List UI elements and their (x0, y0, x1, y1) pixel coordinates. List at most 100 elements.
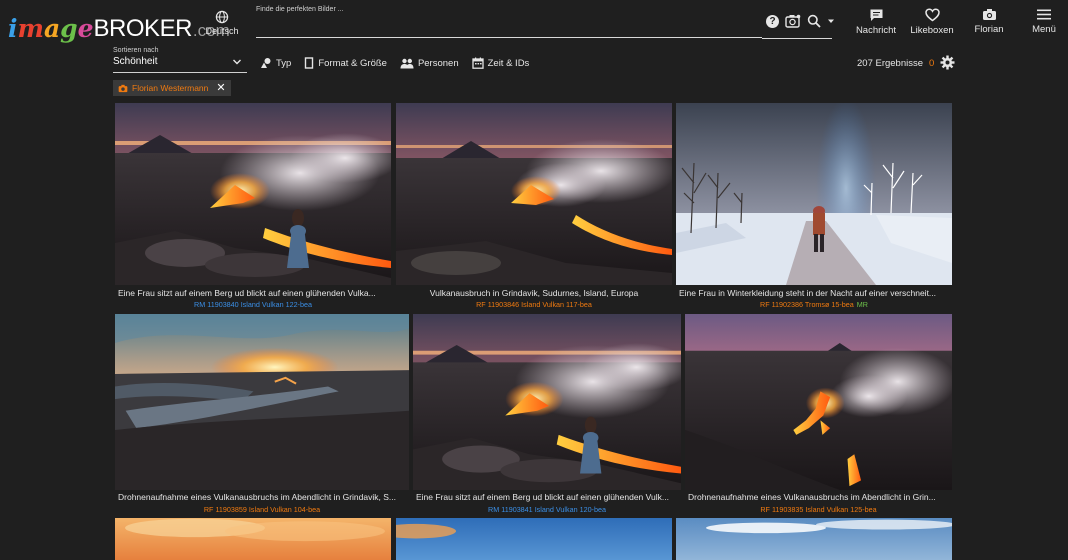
image-caption[interactable]: Vulkanausbruch in Grindavik, Sudurnes, I… (396, 288, 672, 298)
filter-people-label: Personen (417, 57, 459, 69)
image-meta: RF 11903835 Island Vulkan 125-bea (685, 505, 952, 514)
nav-menu-label: Menü (1032, 24, 1056, 35)
photo-thumbnail (676, 518, 952, 560)
filter-format-label: Format & Größe (318, 57, 387, 69)
image-id: 11903835 (771, 505, 804, 514)
nav-menu[interactable]: Menü (1028, 8, 1060, 35)
image-thumbnail[interactable] (396, 518, 672, 560)
top-bar: image BROKER .com Deutsch Finde die perf… (0, 0, 1068, 44)
image-thumbnail[interactable] (115, 314, 409, 490)
sort-caption: Sortieren nach (113, 47, 159, 54)
imagebroker-logo[interactable]: image BROKER .com (8, 7, 230, 41)
photo-thumbnail (115, 314, 409, 490)
results-count: 207 Ergebnisse 0 (857, 58, 934, 69)
nav-messages[interactable]: Nachricht (855, 8, 897, 36)
license-type: RF (476, 300, 486, 309)
photo-thumbnail (413, 314, 681, 490)
image-meta: RM 11903841 Island Vulkan 120-bea (413, 505, 681, 514)
search-underline (762, 38, 832, 39)
image-license: RM 11903841 Island Vulkan 120-bea (488, 505, 606, 514)
camera-search-icon[interactable] (785, 14, 801, 28)
image-thumbnail[interactable] (676, 103, 952, 285)
image-id: 11903840 (207, 300, 239, 309)
filter-type-label: Typ (276, 57, 292, 69)
gear-icon[interactable] (940, 55, 955, 70)
image-thumbnail[interactable] (676, 518, 952, 560)
rectangle-icon (305, 57, 314, 69)
shapes-icon (261, 58, 271, 68)
image-id: 11902386 (771, 300, 804, 309)
image-keywords: Island Vulkan 117-bea (521, 300, 592, 309)
sort-value-text: Schönheit (113, 56, 158, 67)
image-tile[interactable]: Eine Frau sitzt auf einem Berg ud blickt… (115, 103, 391, 310)
people-icon (400, 58, 414, 68)
image-tile[interactable]: Vulkanausbruch in Grindavik, Sudurnes, I… (396, 103, 672, 310)
search-input[interactable] (256, 18, 762, 38)
image-tile[interactable] (676, 518, 952, 560)
image-tile[interactable] (115, 518, 391, 560)
image-caption[interactable]: Eine Frau sitzt auf einem Berg ud blickt… (115, 288, 391, 298)
image-caption[interactable]: Drohnenaufnahme eines Vulkanausbruchs im… (115, 492, 409, 502)
image-license: RF 11902386 Tromsø 15-bea (760, 300, 854, 309)
image-tile[interactable]: Eine Frau sitzt auf einem Berg ud blickt… (413, 314, 681, 515)
search-area: Finde die perfekten Bilder ... ? (256, 6, 835, 39)
filter-time[interactable]: Zeit & IDs (471, 57, 530, 69)
image-caption[interactable]: Drohnenaufnahme eines Vulkanausbruchs im… (685, 492, 952, 502)
photo-thumbnail (115, 518, 391, 560)
chip-label: Florian Westermann (132, 83, 209, 93)
photo-thumbnail (685, 314, 952, 490)
sort-dropdown[interactable]: Sortieren nach Schönheit (113, 47, 247, 73)
language-selector[interactable]: Deutsch (203, 10, 241, 36)
image-meta: RF 11903846 Island Vulkan 117-bea (396, 300, 672, 309)
image-thumbnail[interactable] (115, 518, 391, 560)
image-caption[interactable]: Eine Frau in Winterkleidung steht in der… (676, 288, 952, 298)
image-license: RF 11903859 Island Vulkan 104-bea (204, 505, 320, 514)
image-id: 11903846 (487, 300, 520, 309)
image-keywords: Island Vulkan 120-bea (534, 505, 606, 514)
image-license: RM 11903840 Island Vulkan 122-bea (194, 300, 312, 309)
filter-time-label: Zeit & IDs (487, 57, 530, 69)
image-tile[interactable] (396, 518, 672, 560)
nav-likeboxes[interactable]: Likeboxen (909, 8, 955, 36)
photographer-filter-chip: Florian Westermann ✕ (113, 80, 231, 96)
image-caption[interactable]: Eine Frau sitzt auf einem Berg ud blickt… (413, 492, 681, 502)
message-icon (870, 9, 882, 21)
filter-format[interactable]: Format & Größe (304, 57, 387, 69)
image-meta: RM 11903840 Island Vulkan 122-bea (115, 300, 391, 309)
license-type: RF (203, 505, 214, 514)
image-thumbnail[interactable] (413, 314, 681, 490)
filter-type[interactable]: Typ (260, 57, 291, 69)
image-thumbnail[interactable] (115, 103, 391, 285)
photo-thumbnail (676, 103, 952, 285)
image-id: 11903859 (215, 505, 247, 514)
globe-icon (215, 10, 229, 24)
license-type: RM (194, 300, 206, 309)
image-tile[interactable]: Drohnenaufnahme eines Vulkanausbruchs im… (115, 314, 409, 515)
image-tile[interactable]: Drohnenaufnahme eines Vulkanausbruchs im… (685, 314, 952, 515)
help-icon[interactable]: ? (766, 14, 779, 28)
heart-icon (924, 8, 940, 22)
model-release-badge: MR (856, 300, 868, 309)
image-thumbnail[interactable] (685, 314, 952, 490)
image-tile[interactable]: Eine Frau in Winterkleidung steht in der… (676, 103, 952, 310)
camera-icon (982, 9, 996, 20)
remove-filter-close-icon[interactable]: ✕ (216, 82, 225, 94)
nav-account-label: Florian (974, 24, 1004, 35)
image-thumbnail[interactable] (396, 103, 672, 285)
nav-likeboxes-label: Likeboxen (910, 25, 954, 36)
license-type: RM (488, 505, 500, 514)
results-count-text: 207 Ergebnisse (857, 58, 924, 69)
sort-value[interactable]: Schönheit (113, 56, 247, 73)
filter-people[interactable]: Personen (400, 58, 459, 69)
logo-broker-word: BROKER (93, 15, 193, 42)
language-label: Deutsch (205, 26, 239, 36)
caret-down-icon[interactable] (827, 17, 835, 25)
results-zero: 0 (929, 58, 935, 69)
chevron-down-icon (233, 59, 241, 65)
nav-account[interactable]: Florian (970, 8, 1008, 35)
calendar-icon (471, 57, 484, 69)
image-keywords: Island Vulkan 125-bea (805, 505, 877, 514)
hamburger-icon (1037, 9, 1051, 20)
image-keywords: Tromsø 15-bea (804, 300, 854, 309)
search-icon[interactable] (807, 14, 821, 28)
